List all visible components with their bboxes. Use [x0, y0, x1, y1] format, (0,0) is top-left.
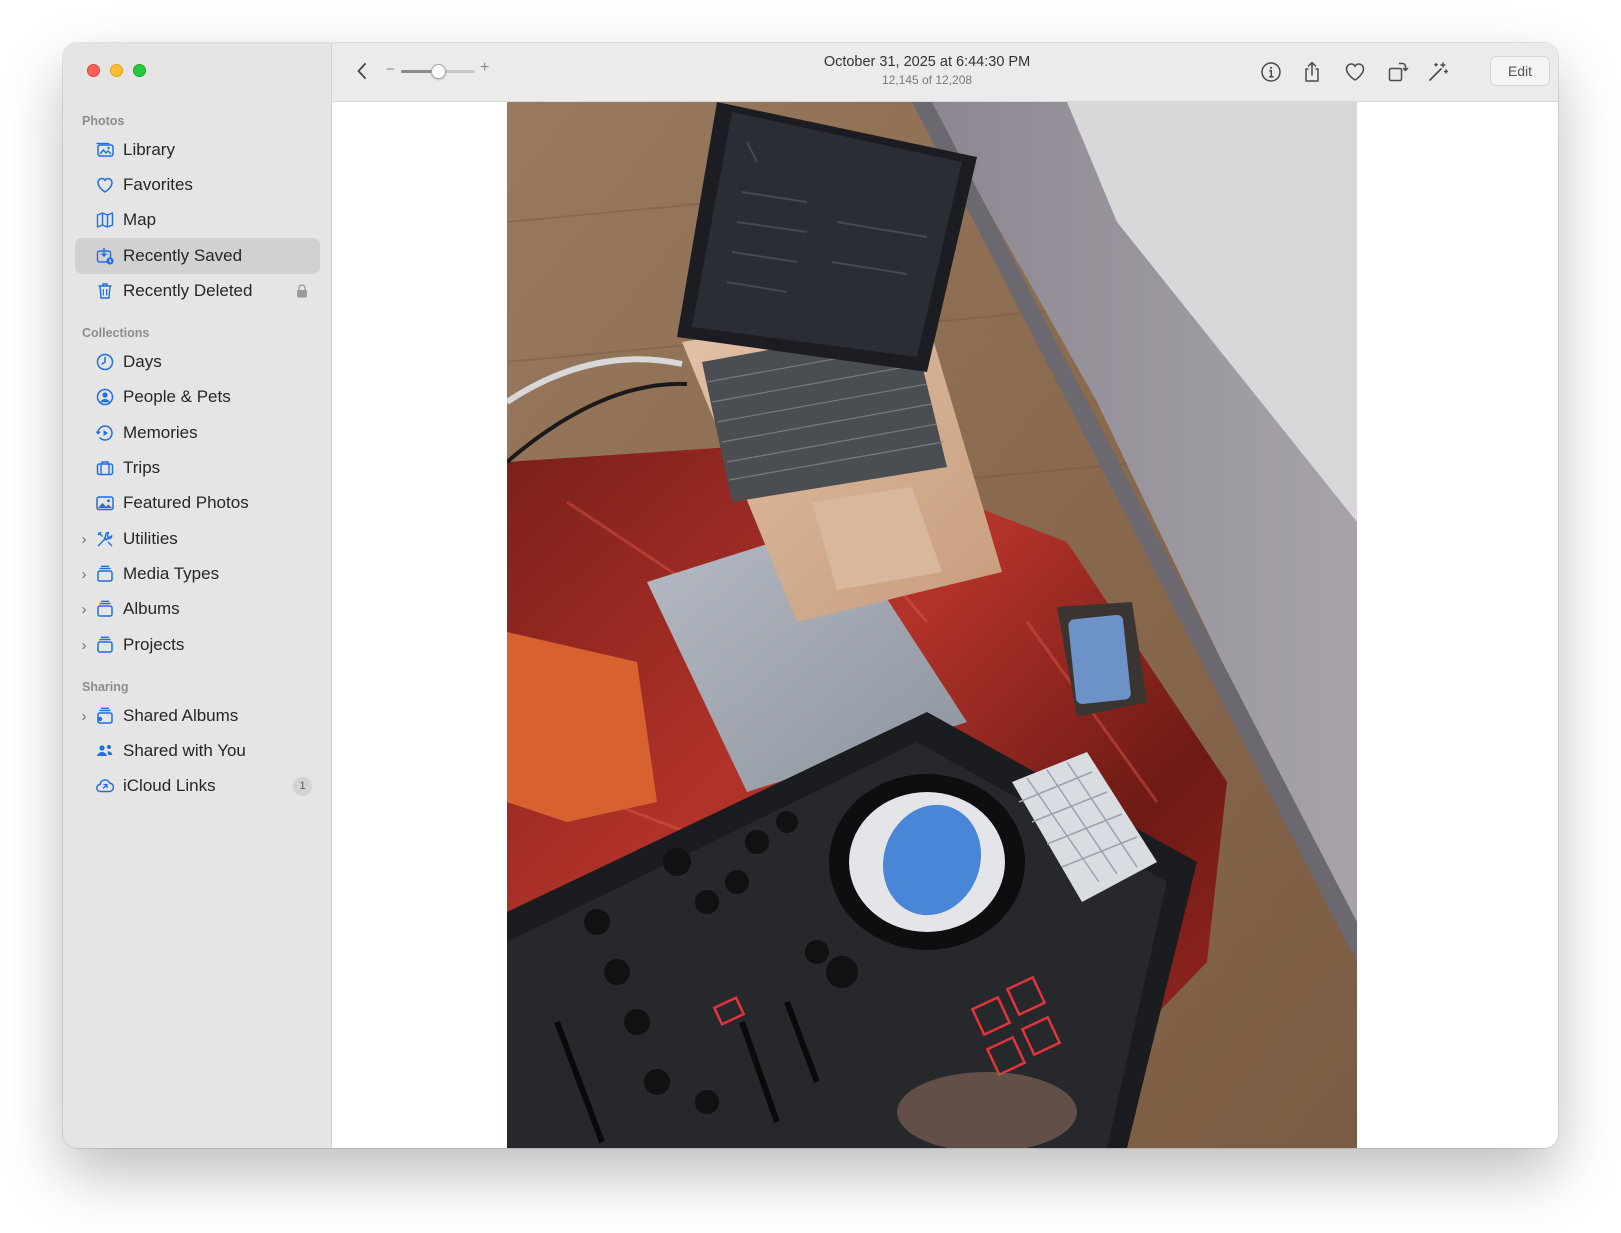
sidebar-item-people-pets[interactable]: People & Pets [75, 379, 320, 415]
sidebar-item-label: Favorites [123, 175, 193, 194]
chevron-right-icon[interactable]: › [79, 637, 89, 654]
sidebar-item-utilities[interactable]: › Utilities [75, 521, 320, 557]
stack-icon [95, 564, 115, 584]
recently-saved-icon [95, 246, 115, 266]
section-title-collections: Collections [82, 326, 150, 340]
sidebar: Photos Library Favorites Map Recently Sa… [63, 43, 332, 1148]
sidebar-item-trips[interactable]: Trips [75, 450, 320, 486]
sidebar-item-label: Recently Deleted [123, 281, 253, 300]
zoom-slider[interactable] [401, 64, 475, 79]
dj-setup-photo [507, 102, 1357, 1148]
share-icon[interactable] [1300, 60, 1324, 84]
sidebar-item-shared-with-you[interactable]: Shared with You [75, 733, 320, 769]
sidebar-item-label: Library [123, 140, 175, 159]
zoom-slider-knob[interactable] [430, 64, 446, 79]
sidebar-item-memories[interactable]: Memories [75, 415, 320, 451]
sidebar-item-label: Projects [123, 635, 185, 654]
heart-icon [95, 175, 115, 195]
library-icon [95, 140, 115, 160]
sidebar-item-label: Trips [123, 458, 161, 477]
lock-icon [297, 284, 307, 298]
sidebar-item-media-types[interactable]: › Media Types [75, 556, 320, 592]
magic-wand-icon[interactable] [1426, 60, 1450, 84]
sidebar-item-label: Featured Photos [123, 493, 249, 512]
sidebar-item-featured-photos[interactable]: Featured Photos [75, 485, 320, 521]
map-icon [95, 210, 115, 230]
section-title-photos: Photos [82, 114, 125, 128]
zoom-out-button[interactable]: − [386, 61, 395, 78]
count-badge: 1 [293, 777, 312, 796]
minimize-window-button[interactable] [110, 64, 123, 77]
sidebar-item-projects[interactable]: › Projects [75, 627, 320, 663]
photo-date: October 31, 2025 at 6:44:30 PM [823, 54, 1031, 70]
person-circle-icon [95, 387, 115, 407]
icloud-link-icon [95, 776, 115, 796]
chevron-right-icon[interactable]: › [79, 708, 89, 725]
sidebar-item-recently-deleted[interactable]: Recently Deleted [75, 273, 320, 309]
trash-icon [95, 281, 115, 301]
info-icon[interactable] [1259, 60, 1283, 84]
back-arrow-icon[interactable] [354, 60, 370, 82]
stack-icon [95, 635, 115, 655]
shared-albums-icon [95, 706, 115, 726]
photo-viewer [332, 102, 1558, 1148]
sidebar-item-label: Media Types [123, 564, 220, 583]
close-window-button[interactable] [87, 64, 100, 77]
photo-position: 12,145 of 12,208 [881, 73, 973, 87]
sidebar-item-favorites[interactable]: Favorites [75, 167, 320, 203]
clock-icon [95, 352, 115, 372]
chevron-right-icon[interactable]: › [79, 566, 89, 583]
photo-title: October 31, 2025 at 6:44:30 PM 12,145 of… [712, 54, 1142, 87]
suitcase-icon [95, 458, 115, 478]
toolbar: − + October 31, 2025 at 6:44:30 PM 12,14… [332, 43, 1558, 102]
rotate-icon[interactable] [1386, 60, 1410, 84]
heart-icon[interactable] [1343, 60, 1367, 84]
sidebar-item-albums[interactable]: › Albums [75, 591, 320, 627]
sidebar-item-icloud-links[interactable]: iCloud Links 1 [75, 768, 320, 804]
photo-icon [95, 493, 115, 513]
zoom-window-button[interactable] [133, 64, 146, 77]
sidebar-item-library[interactable]: Library [75, 132, 320, 168]
sidebar-item-label: Albums [123, 599, 180, 618]
sidebar-item-label: Shared Albums [123, 706, 239, 725]
sidebar-item-label: Map [123, 210, 157, 229]
tools-icon [95, 529, 115, 549]
memories-icon [95, 423, 115, 443]
stack-icon [95, 599, 115, 619]
sidebar-item-label: Recently Saved [123, 246, 243, 265]
sidebar-item-label: iCloud Links [123, 776, 216, 795]
window-controls [87, 64, 146, 77]
chevron-right-icon[interactable]: › [79, 531, 89, 548]
edit-button[interactable]: Edit [1490, 56, 1550, 86]
sidebar-item-map[interactable]: Map [75, 202, 320, 238]
sidebar-item-label: Days [123, 352, 162, 371]
shared-with-you-icon [95, 741, 115, 761]
sidebar-item-shared-albums[interactable]: › Shared Albums [75, 698, 320, 734]
sidebar-item-days[interactable]: Days [75, 344, 320, 380]
sidebar-item-label: People & Pets [123, 387, 231, 406]
sidebar-item-label: Utilities [123, 529, 178, 548]
sidebar-item-label: Shared with You [123, 741, 246, 760]
zoom-in-button[interactable]: + [480, 59, 489, 77]
chevron-right-icon[interactable]: › [79, 601, 89, 618]
section-title-sharing: Sharing [82, 680, 129, 694]
photo-image[interactable] [507, 102, 1357, 1148]
photos-window: Photos Library Favorites Map Recently Sa… [63, 43, 1558, 1148]
sidebar-item-label: Memories [123, 423, 198, 442]
sidebar-item-recently-saved[interactable]: Recently Saved [75, 238, 320, 274]
